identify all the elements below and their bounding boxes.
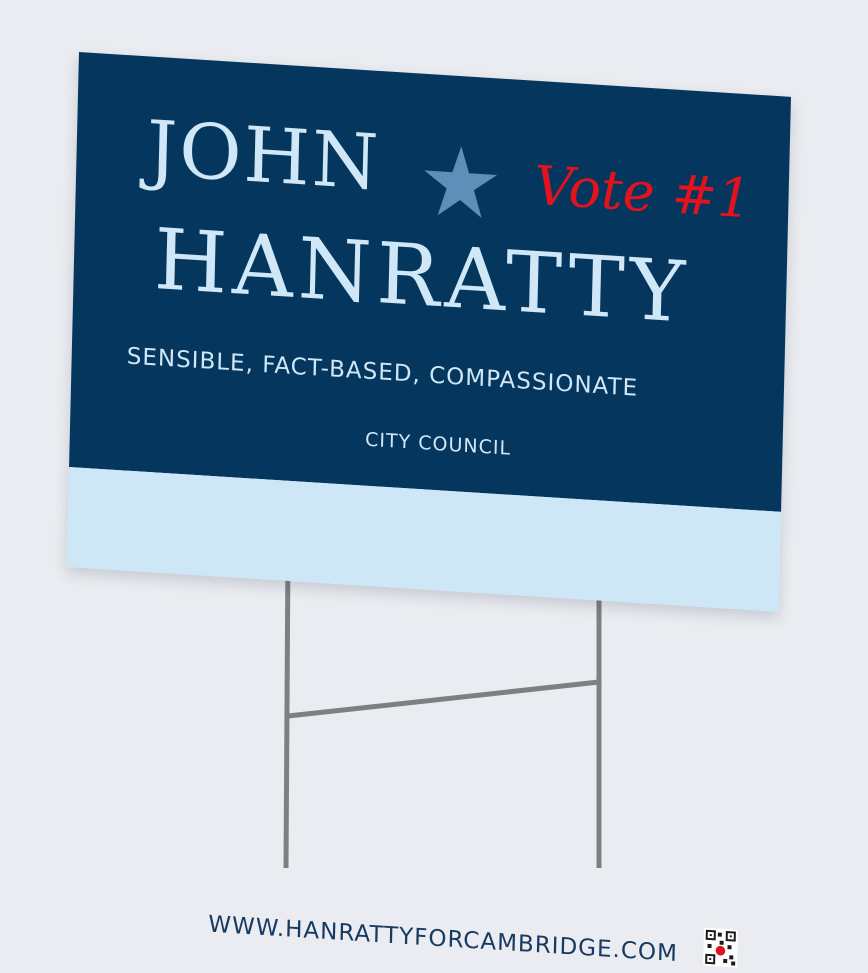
- vote-number-one-label: Vote #1: [533, 153, 753, 231]
- campaign-sign: JOHN Vote #1 HANRATTY SENSIBLE, FACT-BAS…: [0, 0, 868, 968]
- qr-code-icon: [703, 927, 738, 968]
- candidate-last-name: HANRATTY: [152, 210, 692, 342]
- campaign-website: WWW.HANRATTYFORCAMBRIDGE.COM: [207, 911, 679, 968]
- sign-main-panel: JOHN Vote #1 HANRATTY SENSIBLE, FACT-BAS…: [69, 52, 792, 512]
- campaign-tagline: SENSIBLE, FACT-BASED, COMPASSIONATE: [126, 343, 639, 402]
- office-title: CITY COUNCIL: [364, 428, 512, 460]
- yard-sign-scene: JOHN Vote #1 HANRATTY SENSIBLE, FACT-BAS…: [0, 0, 868, 968]
- star-icon: [424, 146, 498, 219]
- candidate-first-name: JOHN: [145, 103, 382, 208]
- sign-board: JOHN Vote #1 HANRATTY SENSIBLE, FACT-BAS…: [66, 52, 792, 968]
